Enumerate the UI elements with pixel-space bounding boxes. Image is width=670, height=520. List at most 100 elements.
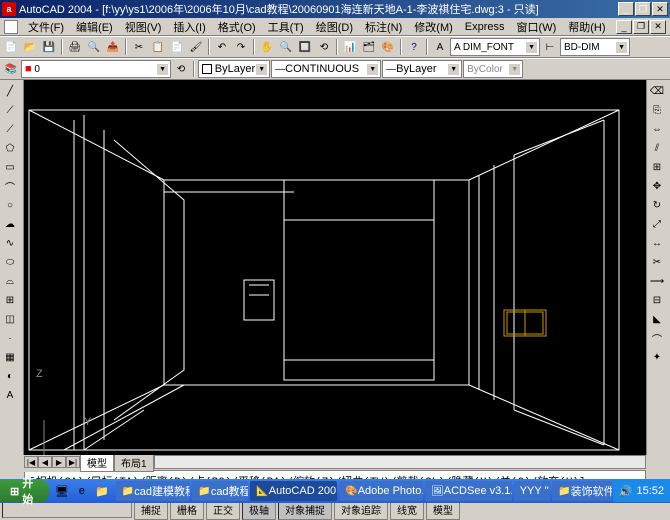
start-button[interactable]: ⊞开始 <box>0 480 49 502</box>
publish-button[interactable]: 📤 <box>104 38 122 56</box>
dim-tool-button[interactable]: ⊢ <box>541 38 559 56</box>
ellipse-tool[interactable]: ⬭ <box>1 253 19 271</box>
rect-tool[interactable]: ▭ <box>1 158 19 176</box>
menu-dimension[interactable]: 标注(N) <box>359 17 408 37</box>
linetype-dropdown[interactable]: — CONTINUOUS <box>271 60 381 78</box>
maximize-button[interactable]: ❐ <box>635 2 651 16</box>
trim-tool[interactable]: ✂ <box>648 253 666 271</box>
scale-tool[interactable]: ⤢ <box>648 215 666 233</box>
circle-tool[interactable]: ○ <box>1 196 19 214</box>
menu-file[interactable]: 文件(F) <box>22 17 70 37</box>
new-button[interactable]: 📄 <box>2 38 20 56</box>
tab-first-button[interactable]: |◀ <box>24 456 38 468</box>
open-button[interactable]: 📂 <box>21 38 39 56</box>
offset-tool[interactable]: ⫽ <box>648 139 666 157</box>
plotstyle-dropdown[interactable]: ByColor <box>463 60 523 78</box>
mdi-icon[interactable] <box>4 20 18 34</box>
tray-icon[interactable]: 🔊 <box>619 485 633 498</box>
region-tool[interactable]: ◐ <box>1 367 19 385</box>
menu-tools[interactable]: 工具(T) <box>262 17 310 37</box>
help-button[interactable]: ? <box>405 38 423 56</box>
drawing-canvas[interactable]: Z Y <box>24 80 646 455</box>
preview-button[interactable]: 🔍 <box>85 38 103 56</box>
pline-tool[interactable]: ⟋ <box>1 120 19 138</box>
stretch-tool[interactable]: ↔ <box>648 234 666 252</box>
ql-folder-icon[interactable]: 📁 <box>93 482 111 500</box>
menu-help[interactable]: 帮助(H) <box>562 17 611 37</box>
xline-tool[interactable]: ⟋ <box>1 101 19 119</box>
task-cad-model[interactable]: 📁cad建模教程 <box>116 481 191 501</box>
pan-button[interactable]: ✋ <box>258 38 276 56</box>
extend-tool[interactable]: ⟶ <box>648 272 666 290</box>
dimstyle-dropdown[interactable]: BD-DIM <box>560 38 630 56</box>
menu-window[interactable]: 窗口(W) <box>511 17 563 37</box>
tab-prev-button[interactable]: ◀ <box>38 456 52 468</box>
mirror-tool[interactable]: ⇔ <box>648 120 666 138</box>
hatch-tool[interactable]: ▦ <box>1 348 19 366</box>
save-button[interactable]: 💾 <box>40 38 58 56</box>
match-button[interactable]: 🖌 <box>187 38 205 56</box>
undo-button[interactable]: ↶ <box>213 38 231 56</box>
paste-button[interactable]: 📄 <box>168 38 186 56</box>
explode-tool[interactable]: ✦ <box>648 348 666 366</box>
zoom-win-button[interactable]: 🔲 <box>296 38 314 56</box>
copy-tool[interactable]: ⎘ <box>648 101 666 119</box>
layer-manager-button[interactable]: 📚 <box>2 60 20 78</box>
polygon-tool[interactable]: ⬠ <box>1 139 19 157</box>
arc-tool[interactable]: ⌒ <box>1 177 19 195</box>
line-tool[interactable]: ╱ <box>1 82 19 100</box>
erase-tool[interactable]: ⌫ <box>648 82 666 100</box>
color-dropdown[interactable]: ByLayer <box>198 60 270 78</box>
minimize-button[interactable]: _ <box>618 2 634 16</box>
menu-view[interactable]: 视图(V) <box>119 17 168 37</box>
chamfer-tool[interactable]: ◣ <box>648 310 666 328</box>
break-tool[interactable]: ⊟ <box>648 291 666 309</box>
properties-button[interactable]: 📊 <box>341 38 359 56</box>
menu-modify[interactable]: 修改(M) <box>408 17 459 37</box>
toolpalette-button[interactable]: 🎨 <box>379 38 397 56</box>
menu-edit[interactable]: 编辑(E) <box>70 17 119 37</box>
zoom-prev-button[interactable]: ⟲ <box>315 38 333 56</box>
tab-last-button[interactable]: ▶| <box>66 456 80 468</box>
menu-express[interactable]: Express <box>459 19 511 35</box>
array-tool[interactable]: ⊞ <box>648 158 666 176</box>
block-tool[interactable]: ◫ <box>1 310 19 328</box>
lineweight-dropdown[interactable]: — ByLayer <box>382 60 462 78</box>
rotate-tool[interactable]: ↻ <box>648 196 666 214</box>
layer-dropdown[interactable]: ■ 0 <box>21 60 171 78</box>
task-cad-tutorial[interactable]: 📁cad教程 <box>192 481 248 501</box>
cut-button[interactable]: ✂ <box>130 38 148 56</box>
revcloud-tool[interactable]: ☁ <box>1 215 19 233</box>
zoom-rt-button[interactable]: 🔍 <box>277 38 295 56</box>
text-tool-button[interactable]: A <box>431 38 449 56</box>
menu-format[interactable]: 格式(O) <box>212 17 262 37</box>
layer-prev-button[interactable]: ⟲ <box>172 60 190 78</box>
textstyle-dropdown[interactable]: A DIM_FONT <box>450 38 540 56</box>
copy-button[interactable]: 📋 <box>149 38 167 56</box>
mtext-tool[interactable]: A <box>1 386 19 404</box>
task-autocad[interactable]: 📐AutoCAD 200... <box>250 481 337 501</box>
ql-ie-icon[interactable]: e <box>73 482 91 500</box>
close-button[interactable]: ✕ <box>652 2 668 16</box>
mdi-minimize-button[interactable]: _ <box>616 20 632 34</box>
fillet-tool[interactable]: ⌒ <box>648 329 666 347</box>
tab-next-button[interactable]: ▶ <box>52 456 66 468</box>
task-photoshop[interactable]: 🎨Adobe Photo... <box>339 481 423 501</box>
spline-tool[interactable]: ∿ <box>1 234 19 252</box>
task-acdsee[interactable]: 🖼ACDSee v3.1... <box>425 481 512 501</box>
task-decor[interactable]: 📁装饰软件 <box>552 481 612 501</box>
point-tool[interactable]: · <box>1 329 19 347</box>
task-yyy[interactable]: YYY '' <box>514 481 551 501</box>
menu-draw[interactable]: 绘图(D) <box>310 17 359 37</box>
mdi-close-button[interactable]: ✕ <box>650 20 666 34</box>
menu-insert[interactable]: 插入(I) <box>167 17 211 37</box>
print-button[interactable]: 🖨 <box>66 38 84 56</box>
insert-tool[interactable]: ⊞ <box>1 291 19 309</box>
redo-button[interactable]: ↷ <box>232 38 250 56</box>
mdi-restore-button[interactable]: ❐ <box>633 20 649 34</box>
designcenter-button[interactable]: 🗂 <box>360 38 378 56</box>
tab-model[interactable]: 模型 <box>80 453 114 472</box>
system-tray[interactable]: 🔊 15:52 <box>613 480 670 502</box>
tab-layout1[interactable]: 布局1 <box>114 453 154 472</box>
ellipsearc-tool[interactable]: ⌓ <box>1 272 19 290</box>
